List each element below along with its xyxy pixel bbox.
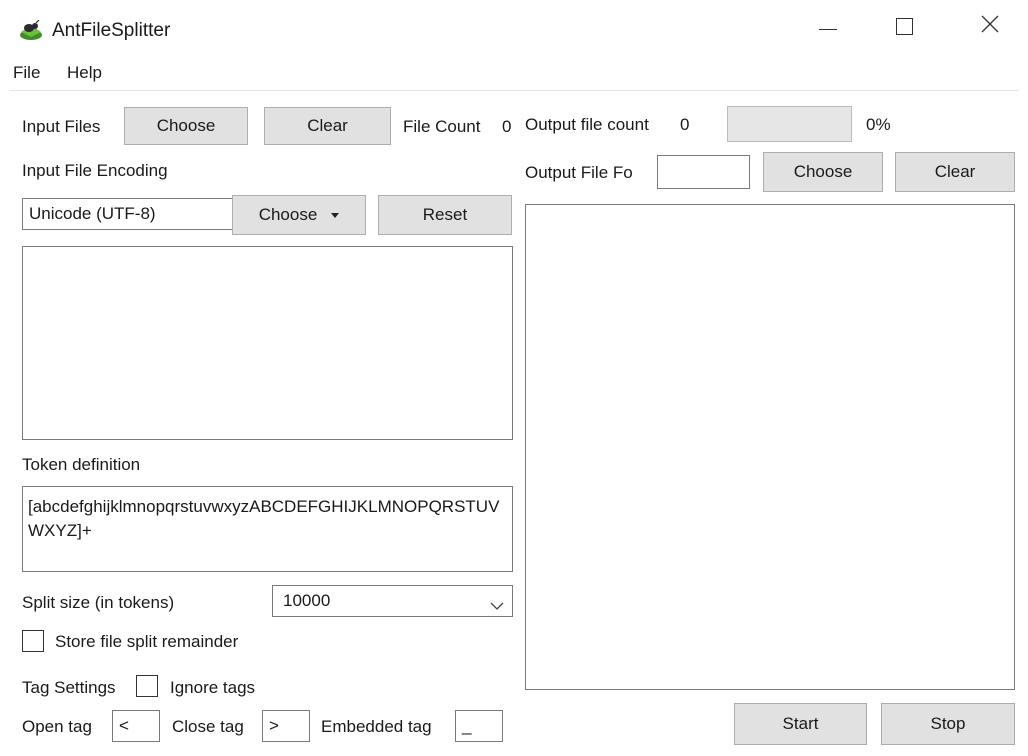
encoding-choose-button[interactable]: Choose (232, 195, 366, 235)
window-title: AntFileSplitter (52, 20, 171, 41)
open-tag-value: < (119, 716, 129, 735)
output-files-list[interactable] (525, 204, 1015, 690)
close-tag-input[interactable]: > (262, 710, 310, 742)
embedded-tag-label: Embedded tag (321, 717, 432, 736)
output-folder-input[interactable] (657, 155, 750, 189)
store-remainder-checkbox[interactable] (22, 630, 44, 652)
output-clear-button[interactable]: Clear (895, 152, 1015, 192)
ant-app-icon (18, 19, 44, 42)
ignore-tags-checkbox[interactable] (136, 675, 158, 697)
progress-bar (727, 106, 852, 142)
close-button[interactable] (962, 8, 1018, 44)
output-file-count-value: 0 (680, 115, 690, 134)
output-choose-button[interactable]: Choose (763, 152, 883, 192)
open-tag-label: Open tag (22, 717, 92, 736)
store-remainder-label: Store file split remainder (55, 632, 239, 651)
encoding-field[interactable]: Unicode (UTF-8) (22, 198, 234, 230)
minimize-icon (819, 28, 837, 30)
token-definition-value: [abcdefghijklmnopqrstuvwxyzABCDEFGHIJKLM… (28, 497, 500, 540)
stop-button[interactable]: Stop (881, 703, 1015, 745)
token-definition-input[interactable]: [abcdefghijklmnopqrstuvwxyzABCDEFGHIJKLM… (22, 486, 513, 572)
input-clear-button[interactable]: Clear (264, 107, 391, 145)
ignore-tags-label: Ignore tags (170, 678, 256, 697)
encoding-choose-label: Choose (258, 205, 318, 224)
input-choose-button[interactable]: Choose (124, 107, 248, 145)
close-icon (980, 14, 1000, 39)
embedded-tag-input[interactable]: _ (455, 710, 503, 742)
embedded-tag-value: _ (462, 716, 472, 735)
progress-percent: 0% (866, 115, 891, 134)
output-folder-label: Output File Fo (525, 163, 633, 182)
menu-file[interactable]: File (13, 62, 40, 84)
split-size-label: Split size (in tokens) (22, 593, 175, 612)
chevron-down-icon (490, 595, 504, 616)
minimize-button[interactable] (800, 8, 856, 44)
output-file-count-label: Output file count (525, 115, 649, 134)
close-tag-label: Close tag (172, 717, 244, 736)
maximize-icon (895, 17, 913, 35)
maximize-button[interactable] (876, 8, 932, 44)
tag-settings-label: Tag Settings (22, 678, 116, 697)
token-definition-label: Token definition (22, 455, 141, 474)
input-files-label: Input Files (22, 117, 101, 136)
file-count-value: 0 (502, 117, 512, 136)
encoding-value: Unicode (UTF-8) (29, 204, 156, 223)
client-area-border (9, 90, 1019, 91)
input-files-list[interactable] (22, 246, 513, 440)
open-tag-input[interactable]: < (112, 710, 160, 742)
file-count-label: File Count (403, 117, 481, 136)
dropdown-arrow-icon (331, 212, 340, 218)
input-encoding-label: Input File Encoding (22, 161, 168, 180)
split-size-select[interactable]: 10000 (272, 585, 513, 617)
split-size-value: 10000 (283, 591, 331, 610)
title-bar: AntFileSplitter (0, 0, 1028, 60)
start-button[interactable]: Start (734, 703, 867, 745)
menu-help[interactable]: Help (67, 62, 102, 84)
reset-button[interactable]: Reset (378, 195, 512, 235)
close-tag-value: > (269, 716, 279, 735)
